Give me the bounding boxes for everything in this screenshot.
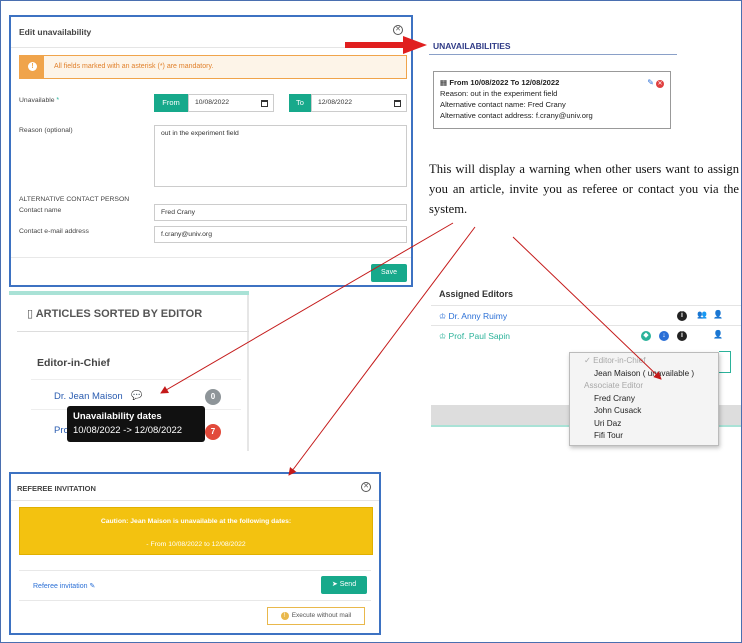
calendar-icon: ▦ [440,78,448,87]
caution-text: Caution: Jean Maison is unavailable at t… [100,518,292,525]
panel-title: Assigned Editors [439,289,514,299]
dropdown-option-jean-maison[interactable]: Jean Maison ( unavailable ) [570,368,718,381]
calendar-icon[interactable] [394,100,401,107]
close-icon[interactable]: ✕ [361,482,371,492]
contact-name-input[interactable]: Fred Crany [154,204,407,221]
info-icon[interactable]: i [677,331,687,341]
caution-dates: - From 10/08/2022 to 12/08/2022 [146,541,246,548]
editor-link-paul-sapin[interactable]: ♔ Prof. Paul Sapin [439,331,510,341]
edit-pencil-icon[interactable]: ✎ [89,583,95,590]
paper-plane-icon: ➤ [331,581,338,588]
alt-contact-heading: ALTERNATIVE CONTACT PERSON [19,196,130,203]
divider [11,257,411,258]
edit-unavailability-modal: Edit unavailability ✕ ! All fields marke… [9,15,413,287]
download-icon[interactable]: ↓ [659,331,669,341]
delete-icon[interactable]: ✕ [656,80,664,88]
to-label: To [289,94,311,112]
dropdown-option[interactable]: Uri Daz [570,418,718,431]
caution-banner: Caution: Jean Maison is unavailable at t… [19,507,373,555]
speech-bubble-icon[interactable]: 💬 [131,390,142,401]
from-label: From [154,94,188,112]
execute-without-mail-button[interactable]: ! Execute without mail [267,607,365,625]
divider [429,54,677,55]
divider [11,47,411,48]
divider [431,325,741,326]
unavailability-alt-name: Alternative contact name: Fred Crany [440,100,566,109]
divider [11,500,379,501]
dropdown-group-label: ✓ Editor-in-Chief [584,356,646,365]
article-count-badge: 0 [205,389,221,405]
contact-email-label: Contact e-mail address [19,228,89,235]
contact-email-input[interactable]: f.crany@univ.org [154,226,407,243]
crown-icon: ♔ [439,312,447,321]
referee-invitation-link[interactable]: Referee invitation ✎ [33,582,95,590]
save-button[interactable]: Save [371,264,407,282]
dropdown-option[interactable]: Fifi Tour [570,430,718,443]
divider [19,570,371,571]
unavailability-alt-address: Alternative contact address: f.crany@uni… [440,111,593,120]
editor-select-dropdown[interactable]: ✓ Editor-in-Chief Jean Maison ( unavaila… [569,352,719,446]
user-group-icon[interactable]: 👥 [697,310,707,319]
group-heading: Editor-in-Chief [37,357,110,369]
crown-icon: ♔ [439,332,447,341]
alert-text: All fields marked with an asterisk (*) a… [54,63,214,70]
referee-invitation-modal: REFEREE INVITATION ✕ Caution: Jean Maiso… [9,472,381,635]
unavailability-header: ▦ From 10/08/2022 To 12/08/2022 [440,78,560,87]
close-icon[interactable]: ✕ [393,25,403,35]
reason-label: Reason (optional) [19,127,73,134]
dropdown-option[interactable]: Fred Crany [570,393,718,406]
required-mark: * [56,97,60,104]
explanation-text: This will display a warning when other u… [429,162,739,216]
article-count-badge: 7 [205,424,221,440]
send-button[interactable]: ➤ Send [321,576,367,594]
contact-name-label: Contact name [19,207,62,214]
remove-user-icon[interactable]: 👤 [713,310,723,319]
divider [431,305,741,306]
panel-top-bar [9,291,249,295]
panel-title: ▯ ARTICLES SORTED BY EDITOR [27,308,203,320]
screenshot-frame: Edit unavailability ✕ ! All fields marke… [0,0,742,643]
unavailable-label: Unavailable * [19,97,60,104]
divider [17,331,249,332]
edit-pencil-icon[interactable]: ✎ [647,78,654,87]
unavailability-reason: Reason: out in the experiment field [440,89,558,98]
calendar-icon[interactable] [261,100,268,107]
panel-border [247,295,249,451]
book-icon: ▯ [27,308,34,320]
remove-user-icon[interactable]: 👤 [713,330,723,339]
select-box-edge[interactable] [719,351,731,373]
dropdown-option[interactable]: John Cusack [570,405,718,418]
modal-title: Edit unavailability [19,27,92,37]
editor-link-anny-ruimy[interactable]: ♔ Dr. Anny Ruimy [439,311,507,321]
unavailabilities-title: UNAVAILABILITIES [433,41,511,51]
tooltip-dates: 10/08/2022 -> 12/08/2022 [73,425,183,436]
unavailability-tooltip: Unavailability dates 10/08/2022 -> 12/08… [67,406,205,442]
to-date-input[interactable]: 12/08/2022 [311,94,407,112]
tag-icon[interactable]: ◆ [641,331,651,341]
editor-link-jean-maison[interactable]: Dr. Jean Maison [54,391,123,402]
tooltip-title: Unavailability dates [73,411,162,422]
modal-title: REFEREE INVITATION [17,484,96,493]
info-icon[interactable]: i [677,311,687,321]
dropdown-group-label: Associate Editor [584,381,644,390]
reason-textarea[interactable]: out in the experiment field [154,125,407,187]
unavailability-card: ▦ From 10/08/2022 To 12/08/2022 Reason: … [433,71,671,129]
mandatory-fields-alert: ! All fields marked with an asterisk (*)… [19,55,407,79]
card-tools: ✎ ✕ [647,77,664,88]
warning-icon: ! [280,612,289,620]
divider [31,379,241,380]
from-date-input[interactable]: 10/08/2022 [188,94,274,112]
info-icon: ! [20,56,44,78]
divider [19,600,371,601]
